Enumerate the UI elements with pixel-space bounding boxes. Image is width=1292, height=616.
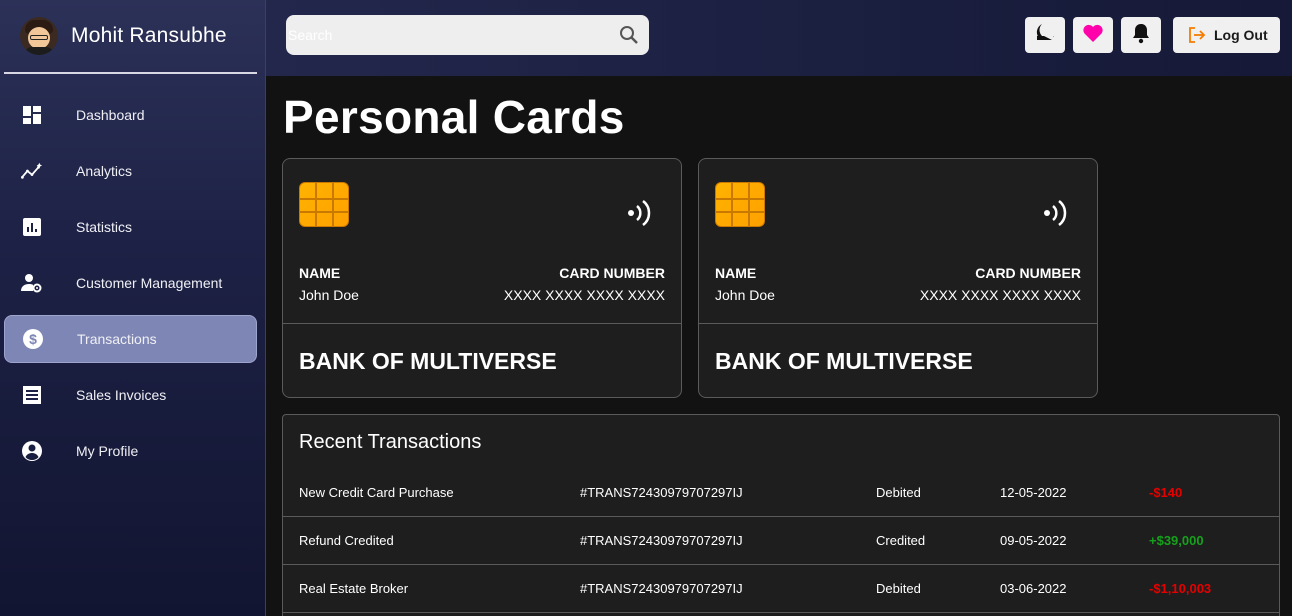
card-divider (283, 323, 681, 324)
card-divider (699, 323, 1097, 324)
card-number-label: CARD NUMBER (559, 265, 665, 281)
sidebar-item-label: My Profile (76, 443, 139, 459)
transaction-id: #TRANS72430979707297IJ (580, 581, 743, 596)
svg-text:$: $ (29, 331, 37, 347)
transaction-description: New Credit Card Purchase (299, 485, 454, 500)
profile-header: Mohit Ransubhe (0, 0, 265, 72)
invoice-icon (21, 384, 43, 406)
sidebar-item-customer-management[interactable]: Customer Management (4, 259, 257, 307)
account-circle-icon (21, 440, 43, 462)
transaction-date: 03-06-2022 (1000, 581, 1067, 596)
sidebar: Mohit Ransubhe Dashboard Analytics Stati… (0, 0, 266, 616)
logout-label: Log Out (1214, 27, 1268, 43)
search-box (286, 15, 649, 55)
table-row[interactable]: Real Estate Broker #TRANS72430979707297I… (283, 565, 1279, 613)
bell-icon (1131, 22, 1151, 49)
sidebar-item-label: Sales Invoices (76, 387, 167, 403)
theme-toggle-button[interactable] (1025, 17, 1065, 53)
recent-transactions-panel: Recent Transactions New Credit Card Purc… (282, 414, 1280, 616)
chip-icon (715, 182, 765, 227)
contactless-icon (627, 195, 655, 231)
card-holder-name: John Doe (715, 287, 775, 303)
recent-transactions-title: Recent Transactions (299, 431, 482, 453)
avatar[interactable] (20, 17, 58, 55)
statistics-icon (21, 216, 43, 238)
card-number: XXXX XXXX XXXX XXXX (919, 287, 1081, 303)
chip-icon (299, 182, 349, 227)
page-title: Personal Cards (283, 91, 625, 143)
sidebar-item-sales-invoices[interactable]: Sales Invoices (4, 371, 257, 419)
sidebar-item-label: Statistics (76, 219, 133, 235)
card-number: XXXX XXXX XXXX XXXX (503, 287, 665, 303)
customer-management-icon (21, 272, 43, 294)
sidebar-item-analytics[interactable]: Analytics (4, 147, 257, 195)
transaction-type: Credited (876, 533, 926, 548)
sidebar-item-transactions[interactable]: $ Transactions (4, 315, 257, 363)
logout-icon (1188, 26, 1206, 44)
card-name-label: NAME (715, 265, 757, 281)
profile-name: Mohit Ransubhe (71, 24, 227, 47)
sidebar-item-statistics[interactable]: Statistics (4, 203, 257, 251)
notifications-button[interactable] (1121, 17, 1161, 53)
credit-card[interactable]: NAME John Doe CARD NUMBER XXXX XXXX XXXX… (282, 158, 682, 398)
favorites-button[interactable] (1073, 17, 1113, 53)
contactless-icon (1043, 195, 1071, 231)
table-row[interactable]: Refund Credited #TRANS72430979707297IJ C… (283, 517, 1279, 565)
moon-icon (1034, 22, 1056, 49)
transaction-date: 09-05-2022 (1000, 533, 1067, 548)
dashboard-icon (21, 104, 43, 126)
transaction-amount: +$39,000 (1149, 533, 1204, 548)
bank-name: BANK OF MULTIVERSE (299, 348, 557, 374)
transaction-type: Debited (876, 485, 921, 500)
sidebar-divider (4, 72, 257, 74)
transaction-description: Real Estate Broker (299, 581, 409, 596)
sidebar-item-my-profile[interactable]: My Profile (4, 427, 257, 475)
transaction-amount: -$1,10,003 (1149, 581, 1212, 596)
search-icon[interactable] (618, 24, 640, 46)
analytics-icon (21, 160, 43, 182)
logout-button[interactable]: Log Out (1173, 17, 1280, 53)
card-number-label: CARD NUMBER (975, 265, 1081, 281)
transaction-id: #TRANS72430979707297IJ (580, 485, 743, 500)
dollar-icon: $ (22, 328, 44, 350)
transaction-amount: -$140 (1149, 485, 1183, 500)
sidebar-item-label: Transactions (77, 331, 157, 347)
sidebar-nav: Dashboard Analytics Statistics Customer … (0, 91, 265, 475)
search-input[interactable] (288, 15, 608, 55)
credit-card[interactable]: NAME John Doe CARD NUMBER XXXX XXXX XXXX… (698, 158, 1098, 398)
sidebar-item-dashboard[interactable]: Dashboard (4, 91, 257, 139)
transaction-type: Debited (876, 581, 921, 596)
card-holder-name: John Doe (299, 287, 359, 303)
sidebar-item-label: Analytics (76, 163, 133, 179)
bank-name: BANK OF MULTIVERSE (715, 348, 973, 374)
card-name-label: NAME (299, 265, 341, 281)
table-row[interactable]: New Credit Card Purchase #TRANS724309797… (283, 469, 1279, 517)
heart-icon (1082, 23, 1104, 48)
transaction-description: Refund Credited (299, 533, 394, 548)
sidebar-item-label: Customer Management (76, 275, 223, 291)
sidebar-item-label: Dashboard (76, 107, 145, 123)
transaction-id: #TRANS72430979707297IJ (580, 533, 743, 548)
top-bar: Log Out (266, 0, 1292, 76)
transaction-date: 12-05-2022 (1000, 485, 1067, 500)
